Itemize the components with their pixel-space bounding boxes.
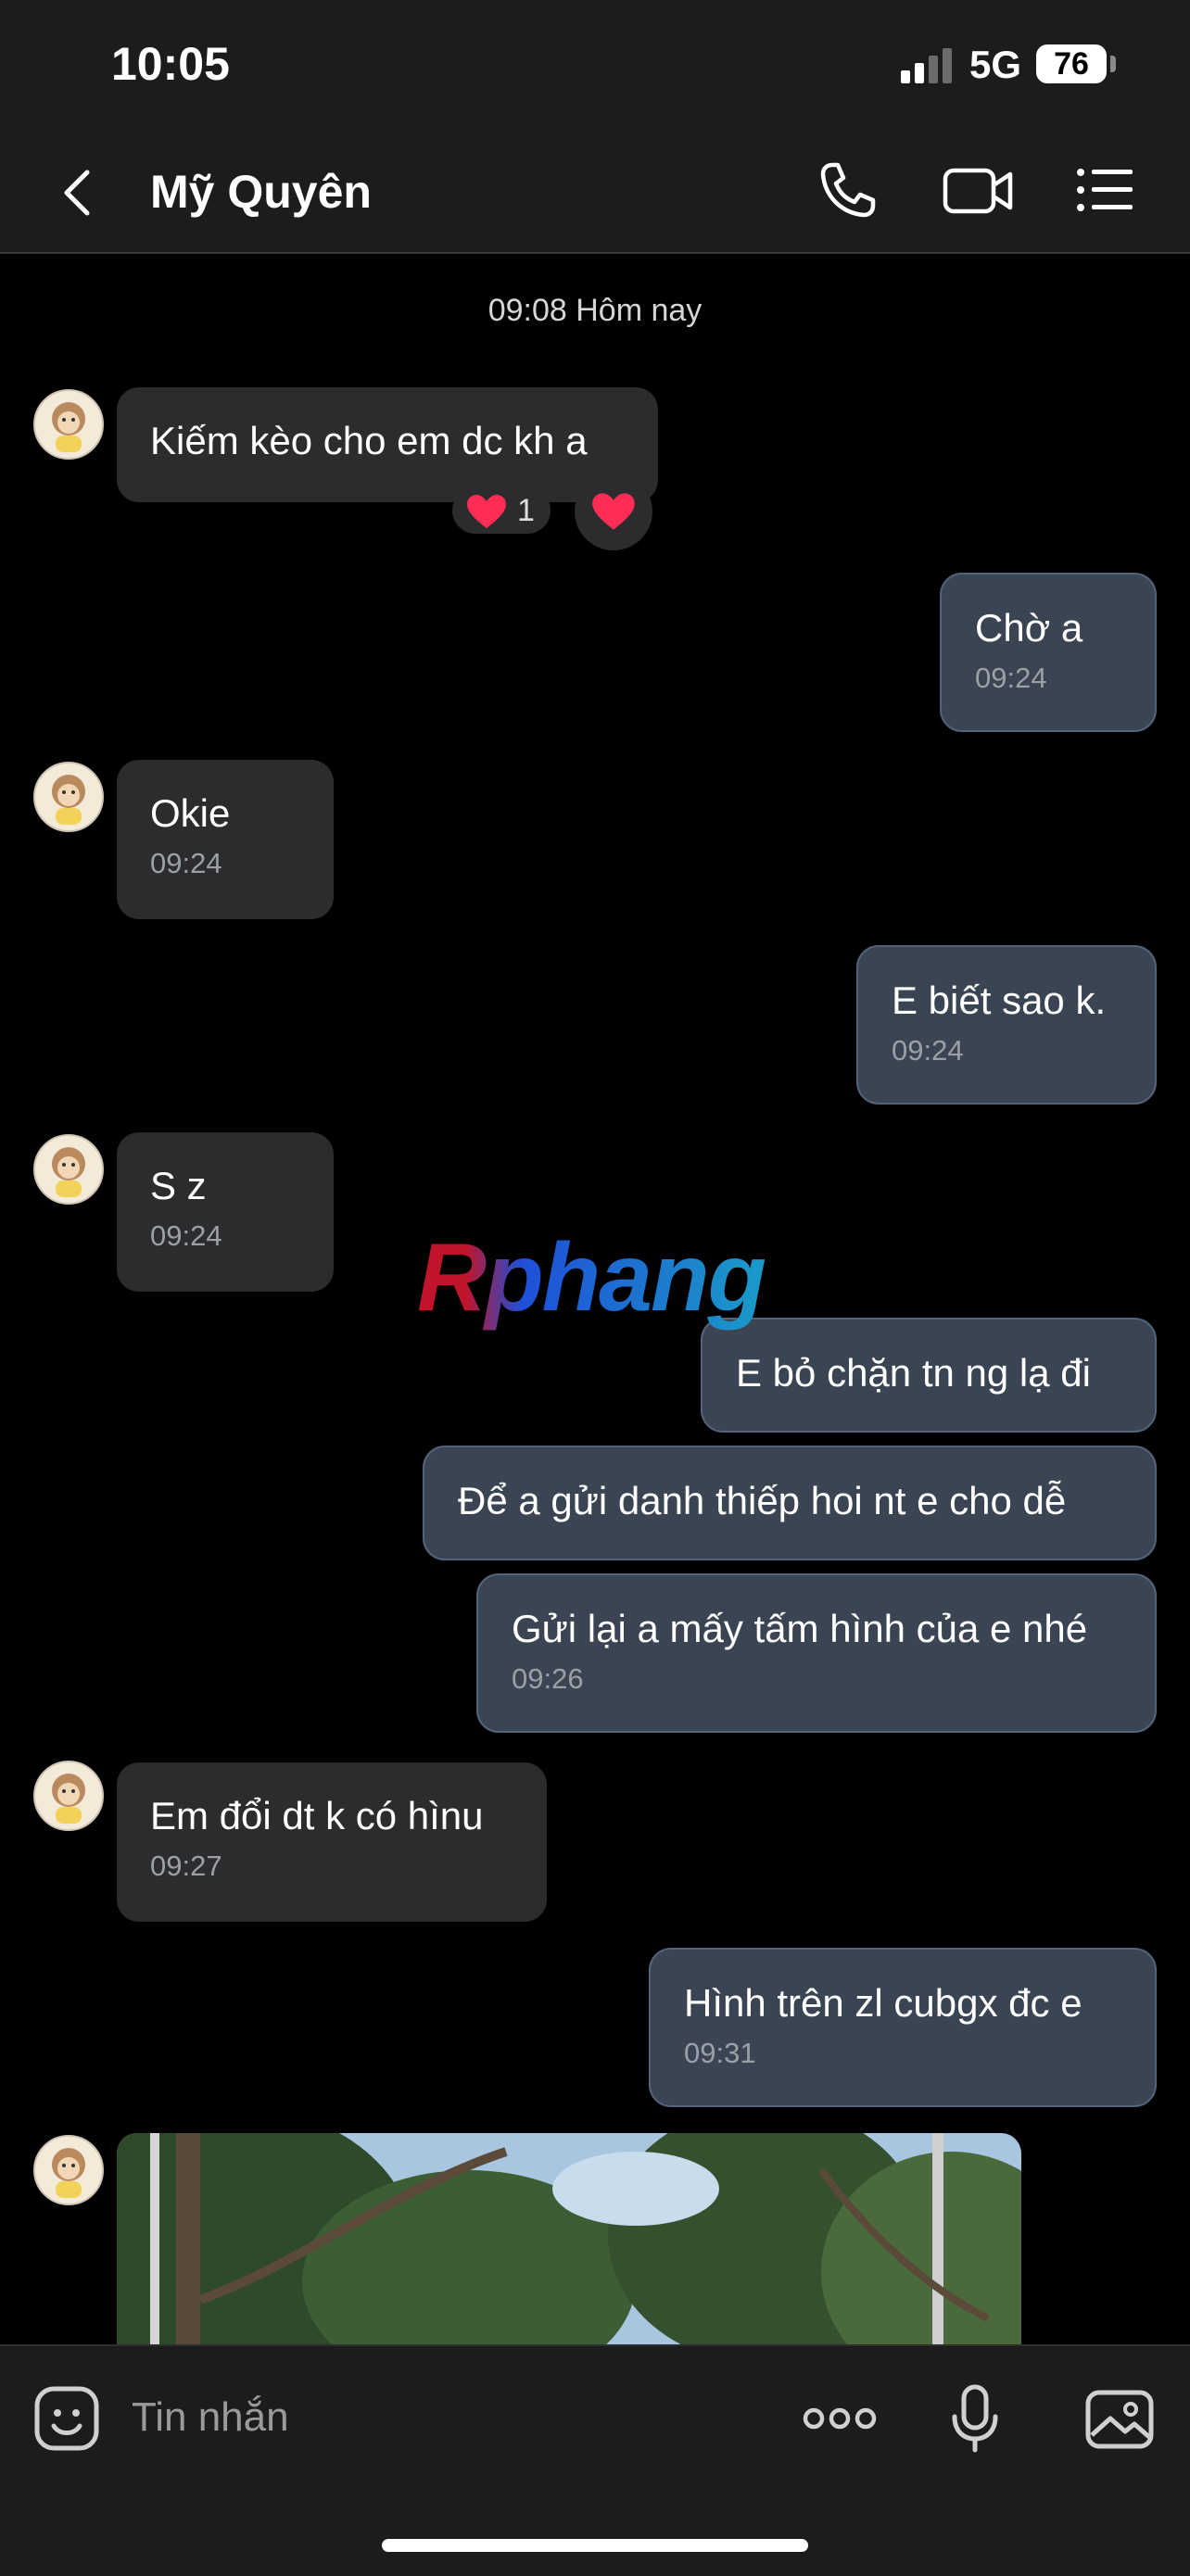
monkey-avatar-icon: [52, 1147, 85, 1197]
emoji-sticker-icon[interactable]: [30, 2381, 104, 2456]
photo-message[interactable]: [117, 2133, 1021, 2344]
avatar[interactable]: [33, 1134, 104, 1205]
message-bubble[interactable]: Okie 09:24: [117, 760, 334, 919]
signal-icon: [901, 48, 952, 83]
message-time: 09:31: [684, 2037, 756, 2070]
microphone-icon[interactable]: [938, 2381, 1012, 2456]
react-button[interactable]: [575, 473, 652, 550]
battery-tip: [1110, 56, 1116, 72]
message-time: 09:27: [150, 1850, 222, 1883]
message-bubble[interactable]: Gửi lại a mấy tấm hình của e nhé 09:26: [476, 1573, 1157, 1733]
message-text: Kiếm kèo cho em dc kh a: [150, 419, 588, 462]
message-text: Gửi lại a mấy tấm hình của e nhé: [512, 1607, 1088, 1650]
reaction-count: 1: [517, 493, 535, 528]
message-composer: Tin nhắn: [0, 2344, 1190, 2576]
avatar[interactable]: [33, 762, 104, 832]
battery-icon: 76: [1036, 44, 1107, 83]
message-text: Để a gửi danh thiếp hoi nt e cho dễ: [458, 1479, 1067, 1522]
message-time: 09:24: [150, 1219, 222, 1253]
monkey-avatar-icon: [52, 402, 85, 452]
menu-list-icon[interactable]: [1073, 158, 1138, 222]
reaction-summary[interactable]: 1: [452, 487, 551, 534]
message-bubble[interactable]: Kiếm kèo cho em dc kh a: [117, 387, 658, 502]
message-input[interactable]: Tin nhắn: [132, 2394, 651, 2450]
message-bubble[interactable]: Hình trên zl cubgx đc e 09:31: [649, 1948, 1157, 2107]
watermark-logo: Rphang: [417, 1223, 766, 1333]
message-bubble[interactable]: E bỏ chặn tn ng lạ đi: [701, 1318, 1157, 1433]
message-bubble[interactable]: Em đổi dt k có hìnu 09:27: [117, 1762, 547, 1922]
message-time: 09:24: [150, 847, 222, 880]
contact-name[interactable]: Mỹ Quyên: [150, 165, 372, 219]
trees-photo: [117, 2133, 1021, 2344]
message-bubble[interactable]: E biết sao k. 09:24: [856, 945, 1157, 1105]
more-options-icon[interactable]: [801, 2381, 879, 2456]
message-text: Okie: [150, 791, 231, 835]
home-indicator[interactable]: [382, 2539, 808, 2552]
network-label: 5G: [969, 43, 1022, 86]
monkey-avatar-icon: [52, 1774, 85, 1824]
message-time: 09:24: [975, 662, 1047, 695]
message-bubble[interactable]: Chờ a 09:24: [940, 573, 1157, 732]
message-time: 09:26: [512, 1662, 584, 1696]
message-text: E biết sao k.: [892, 979, 1107, 1022]
date-separator: 09:08 Hôm nay: [487, 293, 703, 328]
watermark-text: Rphang: [417, 1224, 766, 1332]
chat-header: Mỹ Quyên: [0, 130, 1190, 254]
avatar[interactable]: [33, 1761, 104, 1831]
message-text: Em đổi dt k có hìnu: [150, 1794, 484, 1837]
message-text: Hình trên zl cubgx đc e: [684, 1981, 1082, 2025]
message-time: 09:24: [892, 1034, 964, 1067]
monkey-avatar-icon: [52, 775, 85, 825]
avatar[interactable]: [33, 389, 104, 460]
video-call-icon[interactable]: [942, 158, 1016, 222]
monkey-avatar-icon: [52, 2148, 85, 2198]
image-gallery-icon[interactable]: [1082, 2381, 1157, 2456]
phone-call-icon[interactable]: [816, 158, 880, 222]
message-text: Chờ a: [975, 606, 1083, 650]
message-text: E bỏ chặn tn ng lạ đi: [736, 1351, 1091, 1395]
status-time: 10:05: [111, 38, 230, 90]
message-text: S z: [150, 1164, 207, 1207]
message-bubble[interactable]: Để a gửi danh thiếp hoi nt e cho dễ: [423, 1446, 1157, 1560]
avatar[interactable]: [33, 2135, 104, 2205]
heart-icon: [592, 493, 635, 530]
status-bar: 10:05 5G 76: [0, 0, 1190, 130]
message-bubble[interactable]: S z 09:24: [117, 1132, 334, 1292]
heart-icon: [467, 495, 506, 528]
back-arrow-icon[interactable]: [52, 165, 108, 221]
